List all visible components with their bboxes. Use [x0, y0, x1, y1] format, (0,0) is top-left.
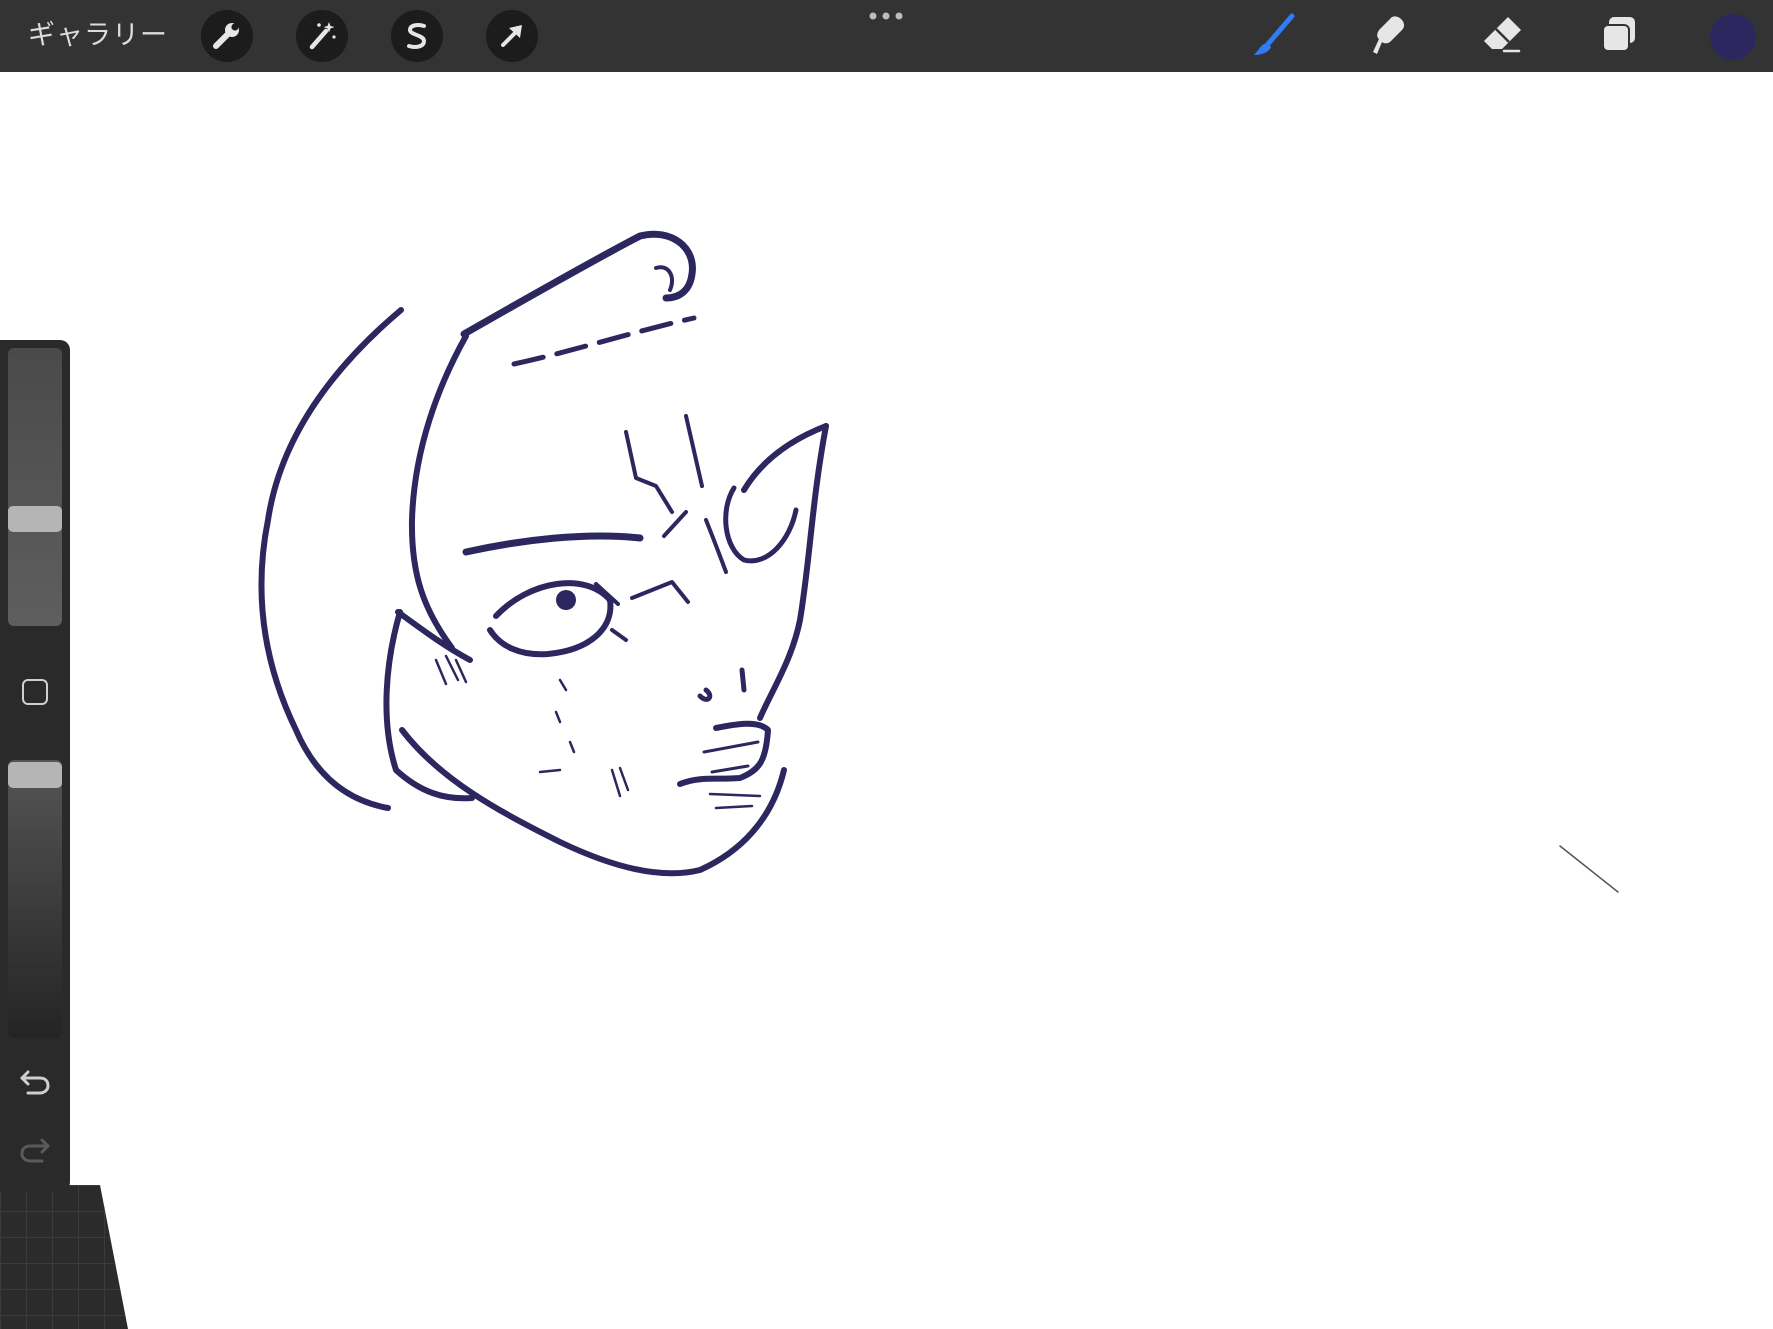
top-toolbar: ギャラリー [0, 0, 1773, 72]
brush-tool-button[interactable] [1246, 8, 1302, 64]
sketch-stroke [383, 609, 475, 802]
square-icon [22, 679, 48, 705]
wrench-icon [213, 23, 239, 49]
smudge-tool-button[interactable] [1360, 8, 1416, 64]
sketch-stroke [654, 265, 675, 292]
sketch-stroke [487, 580, 614, 658]
sketch-stroke [258, 307, 404, 811]
transform-button[interactable] [486, 10, 538, 62]
drawing-canvas[interactable] [0, 72, 1773, 1329]
eye-pupil [556, 590, 576, 610]
brush-opacity-handle[interactable] [8, 762, 62, 788]
adjustments-button[interactable] [296, 10, 348, 62]
sketch-stroke [408, 333, 469, 651]
sketch-stroke [462, 532, 644, 556]
brush-size-slider[interactable] [8, 348, 62, 626]
sketch-stroke [624, 414, 704, 604]
smudge-icon [1373, 16, 1405, 54]
sketch-stroke [677, 720, 771, 787]
sketch-stroke [697, 667, 747, 702]
sketch-stroke [511, 315, 697, 367]
ellipsis-icon[interactable] [866, 8, 906, 24]
brush-icon [1254, 13, 1295, 55]
sketch-stroke [702, 740, 760, 774]
magic-wand-icon [309, 22, 336, 50]
selection-button[interactable] [391, 10, 443, 62]
undo-icon[interactable] [16, 1062, 54, 1100]
gallery-button[interactable]: ギャラリー [28, 16, 168, 56]
sketch-stroke [399, 727, 787, 877]
eraser-tool-button[interactable] [1474, 8, 1530, 64]
selection-s-icon [407, 23, 427, 49]
modify-button[interactable] [19, 676, 51, 708]
sketch-stroke [723, 485, 799, 564]
eraser-icon [1484, 17, 1521, 53]
arrow-cursor-icon [501, 25, 522, 47]
left-sidebar [0, 340, 70, 1192]
procreate-app: ギャラリー [0, 0, 1773, 1329]
actions-button[interactable] [201, 10, 253, 62]
layers-button[interactable] [1591, 8, 1647, 64]
brush-size-handle[interactable] [8, 506, 62, 533]
sketch-stroke [434, 654, 762, 810]
stray-pencil-line [1559, 845, 1619, 893]
sketch-stroke [757, 423, 829, 721]
brush-opacity-slider[interactable] [8, 760, 62, 1038]
sketch-stroke [741, 423, 829, 493]
layers-icon [1602, 17, 1635, 52]
redo-icon[interactable] [16, 1130, 54, 1168]
sketch-stroke [460, 230, 696, 338]
color-picker-button[interactable] [1710, 14, 1756, 60]
